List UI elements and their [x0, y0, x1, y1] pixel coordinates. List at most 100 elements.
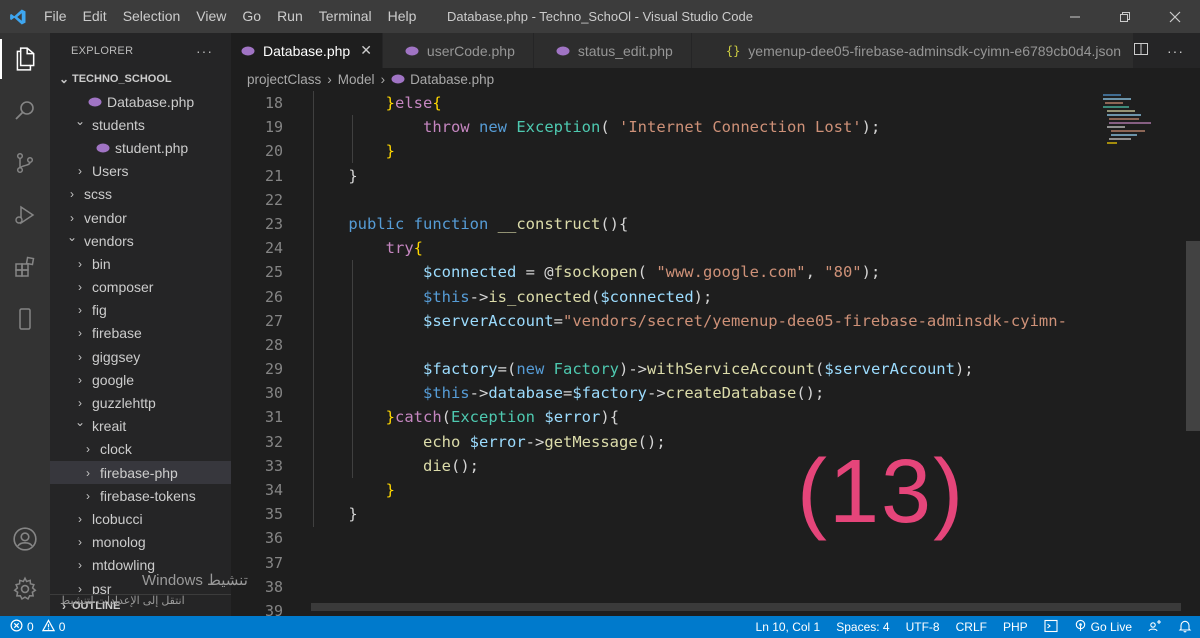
file-tree-folder[interactable]: › guzzlehttp: [50, 391, 231, 414]
project-root[interactable]: ⌄ TECHNO_SCHOOL: [50, 68, 231, 90]
file-tree-folder[interactable]: › giggsey: [50, 345, 231, 368]
code-token: $serverAccount: [422, 311, 554, 330]
code-token: __construct: [497, 214, 601, 233]
chevron-right-icon: ›: [78, 164, 82, 179]
minimap[interactable]: [1101, 91, 1186, 191]
end-of-line[interactable]: CRLF: [948, 620, 995, 634]
code-token: (: [814, 360, 825, 379]
file-tree-label: monolog: [92, 534, 146, 551]
code-line: $connected = @fsockopen( "www.google.com…: [311, 260, 1131, 284]
editor-tab[interactable]: userCode.php: [382, 33, 534, 68]
scrollbar-thumb[interactable]: [1186, 241, 1200, 431]
file-tree-folder[interactable]: › bin: [50, 252, 231, 275]
code-token: {: [413, 239, 423, 258]
cursor-position[interactable]: Ln 10, Col 1: [748, 620, 829, 634]
menu-go[interactable]: Go: [234, 0, 269, 33]
account-icon[interactable]: [0, 513, 50, 565]
file-tree-file[interactable]: student.php: [50, 136, 231, 159]
breadcrumb-item[interactable]: Database.php: [410, 72, 494, 87]
activity-bar: [0, 33, 50, 616]
file-tree-folder[interactable]: › firebase-php: [50, 461, 231, 485]
file-tree-folder[interactable]: › firebase: [50, 322, 231, 345]
file-tree-folder[interactable]: › composer: [50, 276, 231, 299]
project-name: TECHNO_SCHOOL: [72, 73, 172, 85]
go-live-button[interactable]: Go Live: [1066, 619, 1140, 635]
file-tree-folder[interactable]: › firebase-tokens: [50, 484, 231, 507]
file-tree-folder[interactable]: › monolog: [50, 531, 231, 554]
file-tree-folder[interactable]: › mtdowling: [50, 554, 231, 577]
chevron-right-icon: ›: [78, 396, 82, 411]
file-tree-label: Users: [92, 163, 129, 180]
file-tree-folder[interactable]: › vendor: [50, 206, 231, 229]
menu-terminal[interactable]: Terminal: [311, 0, 380, 33]
terminal-icon[interactable]: [1036, 619, 1066, 636]
close-window-icon[interactable]: [1150, 0, 1200, 33]
close-tab-icon[interactable]: ✕: [360, 42, 372, 59]
breadcrumb-item[interactable]: projectClass: [247, 72, 321, 87]
chevron-right-icon: ›: [78, 326, 82, 341]
split-editor-icon[interactable]: [1133, 41, 1149, 60]
file-tree-label: vendor: [84, 209, 127, 226]
encoding[interactable]: UTF-8: [898, 620, 948, 634]
more-editor-actions-icon[interactable]: ···: [1167, 43, 1184, 59]
file-tree-folder[interactable]: › clock: [50, 438, 231, 461]
file-tree-folder[interactable]: ⌄ students: [50, 113, 231, 136]
notifications-bell-icon[interactable]: [1170, 619, 1200, 636]
editor-tab[interactable]: {} yemenup-dee05-firebase-adminsdk-cyimn-…: [691, 33, 1137, 68]
device-icon[interactable]: [0, 293, 50, 345]
file-tree-folder[interactable]: › scss: [50, 183, 231, 206]
line-number: 29: [264, 360, 283, 379]
line-number: 22: [264, 190, 283, 209]
indentation[interactable]: Spaces: 4: [828, 620, 897, 634]
file-tree-folder[interactable]: ⌄ vendors: [50, 229, 231, 252]
restore-icon[interactable]: [1100, 0, 1150, 33]
file-tree-folder[interactable]: › google: [50, 368, 231, 391]
editor-tab[interactable]: Database.php ✕: [231, 33, 383, 68]
code-line: die();: [311, 454, 1131, 478]
explorer-icon[interactable]: [0, 33, 50, 85]
file-tree-folder[interactable]: › lcobucci: [50, 507, 231, 530]
code-token: ->: [469, 287, 489, 306]
tab-actions: ···: [1133, 33, 1200, 68]
search-icon[interactable]: [0, 85, 50, 137]
code-lines: }else{ throw new Exception( 'Internet Co…: [311, 91, 1131, 616]
menu-selection[interactable]: Selection: [115, 0, 189, 33]
file-tree-folder[interactable]: › fig: [50, 299, 231, 322]
problems-indicator[interactable]: 0 0: [0, 619, 65, 635]
horizontal-scrollbar[interactable]: [311, 603, 1181, 611]
breadcrumb-item[interactable]: Model: [338, 72, 375, 87]
minimize-icon[interactable]: [1050, 0, 1100, 33]
php-file-icon: [241, 46, 255, 55]
code-token: =: [562, 384, 573, 403]
title-bar: File Edit Selection View Go Run Terminal…: [0, 0, 1200, 33]
code-editor[interactable]: 18 19 20 21 22 23 24 25 26 27 28 29 30 31 32 33 34 35 36 37…: [231, 91, 1200, 616]
settings-gear-icon[interactable]: [0, 563, 50, 615]
chevron-right-icon: ›: [78, 303, 82, 318]
code-token: new: [479, 118, 507, 137]
code-line: }: [311, 478, 1131, 502]
outline-section[interactable]: › OUTLINE: [50, 594, 231, 616]
menu-file[interactable]: File: [36, 0, 75, 33]
source-control-icon[interactable]: [0, 137, 50, 189]
run-debug-icon[interactable]: [0, 189, 50, 241]
editor-tab[interactable]: status_edit.php: [533, 33, 692, 68]
menu-bar: File Edit Selection View Go Run Terminal…: [36, 0, 424, 33]
vertical-scrollbar[interactable]: [1186, 91, 1200, 616]
file-tree-label: kreait: [92, 418, 127, 435]
menu-edit[interactable]: Edit: [75, 0, 115, 33]
code-token: ->: [646, 384, 666, 403]
menu-run[interactable]: Run: [269, 0, 311, 33]
file-tree-folder[interactable]: › Users: [50, 160, 231, 183]
file-tree-file[interactable]: Database.php: [50, 90, 231, 113]
more-actions-icon[interactable]: ···: [196, 43, 213, 59]
feedback-icon[interactable]: [1140, 619, 1170, 636]
status-bar: 0 0 Ln 10, Col 1 Spaces: 4 UTF-8 CRLF PH…: [0, 616, 1200, 638]
language-mode[interactable]: PHP: [995, 620, 1036, 634]
php-file-icon: [405, 46, 419, 55]
menu-help[interactable]: Help: [380, 0, 425, 33]
extensions-icon[interactable]: [0, 241, 50, 293]
file-tree-folder[interactable]: ⌄ kreait: [50, 415, 231, 438]
menu-view[interactable]: View: [188, 0, 234, 33]
